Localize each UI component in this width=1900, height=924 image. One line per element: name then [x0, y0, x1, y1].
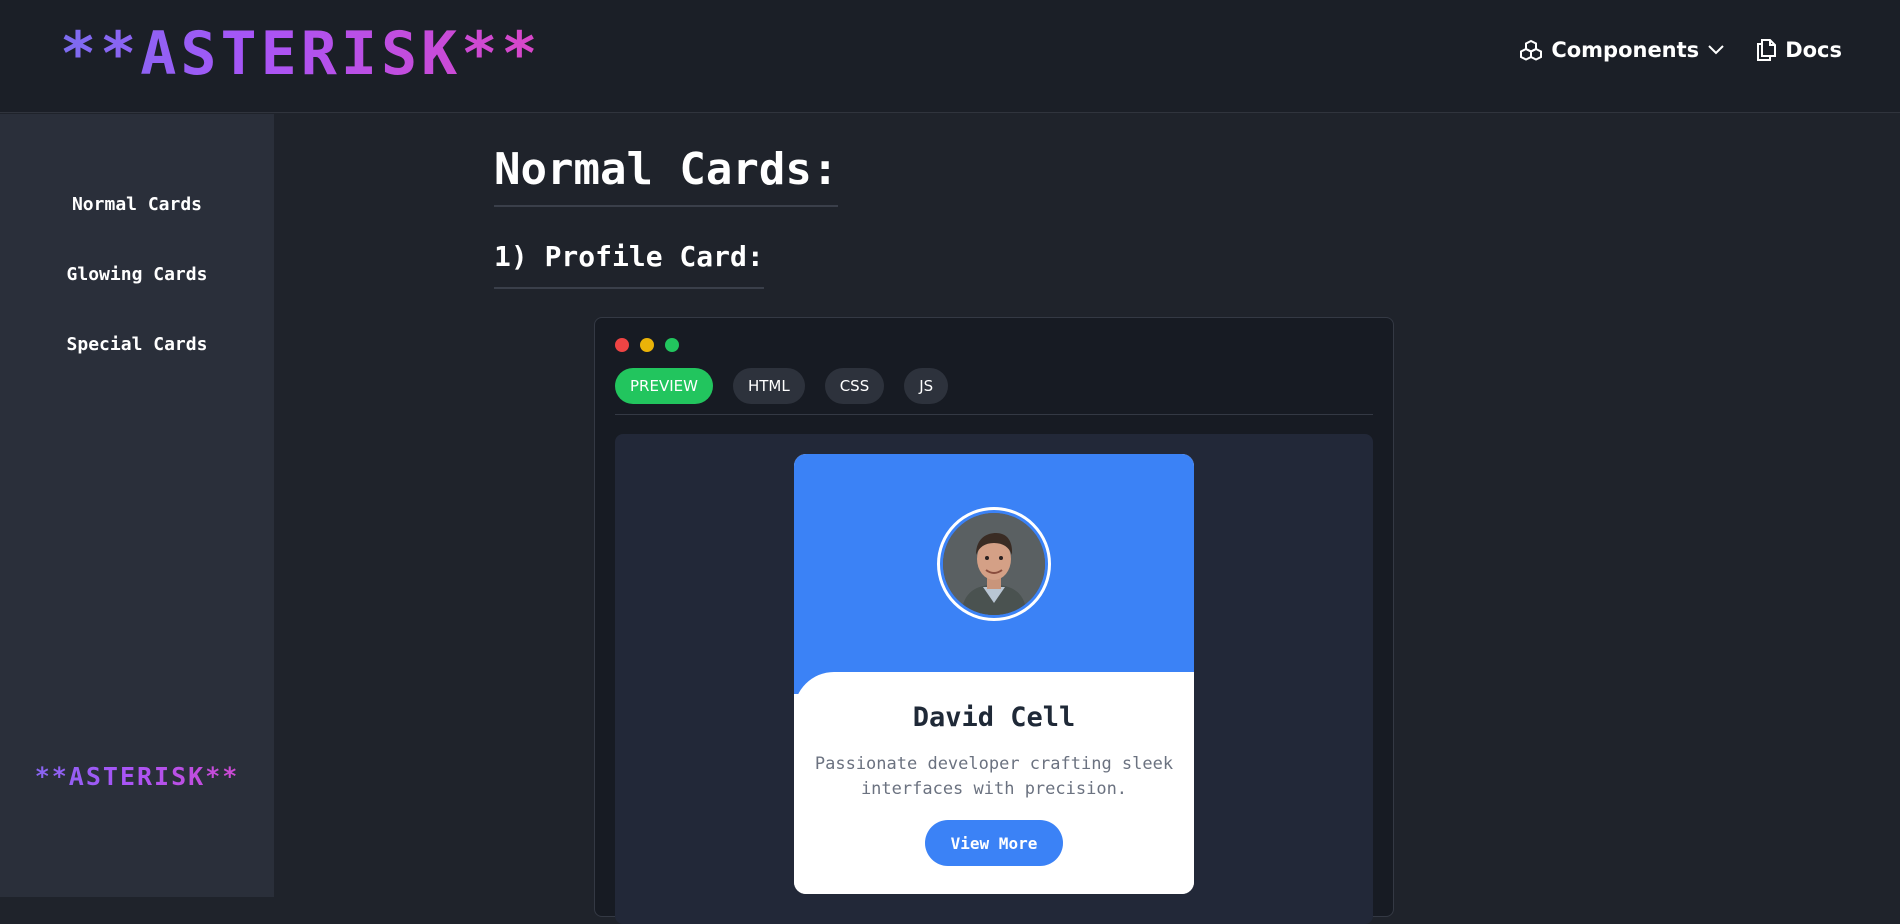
profile-card: David Cell Passionate developer crafting… — [794, 454, 1194, 894]
profile-description: Passionate developer crafting sleek inte… — [814, 754, 1174, 799]
section-title: 1) Profile Card: — [494, 240, 764, 289]
sidebar-item-glowing-cards[interactable]: Glowing Cards — [0, 264, 274, 285]
docs-label: Docs — [1785, 38, 1842, 62]
preview-area: David Cell Passionate developer crafting… — [615, 434, 1373, 924]
components-menu[interactable]: Components — [1519, 38, 1725, 62]
sidebar-item-normal-cards[interactable]: Normal Cards — [0, 194, 274, 215]
sidebar: Normal Cards Glowing Cards Special Cards… — [0, 114, 274, 897]
components-label: Components — [1551, 38, 1700, 62]
profile-name: David Cell — [912, 702, 1076, 733]
view-more-button[interactable]: View More — [925, 820, 1063, 866]
cubes-icon — [1519, 39, 1543, 61]
top-nav: Components Docs — [1519, 38, 1842, 62]
brand-logo[interactable]: **ASTERISK** — [60, 18, 541, 90]
sidebar-logo: **ASTERISK** — [0, 762, 274, 791]
tab-html[interactable]: HTML — [732, 368, 805, 404]
main-content: Normal Cards: 1) Profile Card: PREVIEW H… — [274, 114, 1900, 924]
avatar — [937, 507, 1051, 621]
chevron-down-icon — [1707, 44, 1725, 56]
maximize-dot — [665, 338, 679, 352]
window-controls — [615, 338, 679, 352]
tab-css[interactable]: CSS — [824, 368, 885, 404]
code-tabs: PREVIEW HTML CSS JS — [615, 368, 1373, 415]
avatar-photo — [943, 513, 1045, 615]
page-title: Normal Cards: — [494, 144, 839, 207]
top-header: **ASTERISK** Components Docs — [0, 0, 1900, 113]
minimize-dot — [640, 338, 654, 352]
tab-preview[interactable]: PREVIEW — [615, 368, 713, 404]
docs-link[interactable]: Docs — [1755, 38, 1842, 62]
code-preview-window: PREVIEW HTML CSS JS David Cell Passionat… — [594, 317, 1394, 924]
close-dot — [615, 338, 629, 352]
sidebar-item-special-cards[interactable]: Special Cards — [0, 334, 274, 355]
tab-js[interactable]: JS — [904, 368, 949, 404]
documents-icon — [1755, 38, 1777, 62]
